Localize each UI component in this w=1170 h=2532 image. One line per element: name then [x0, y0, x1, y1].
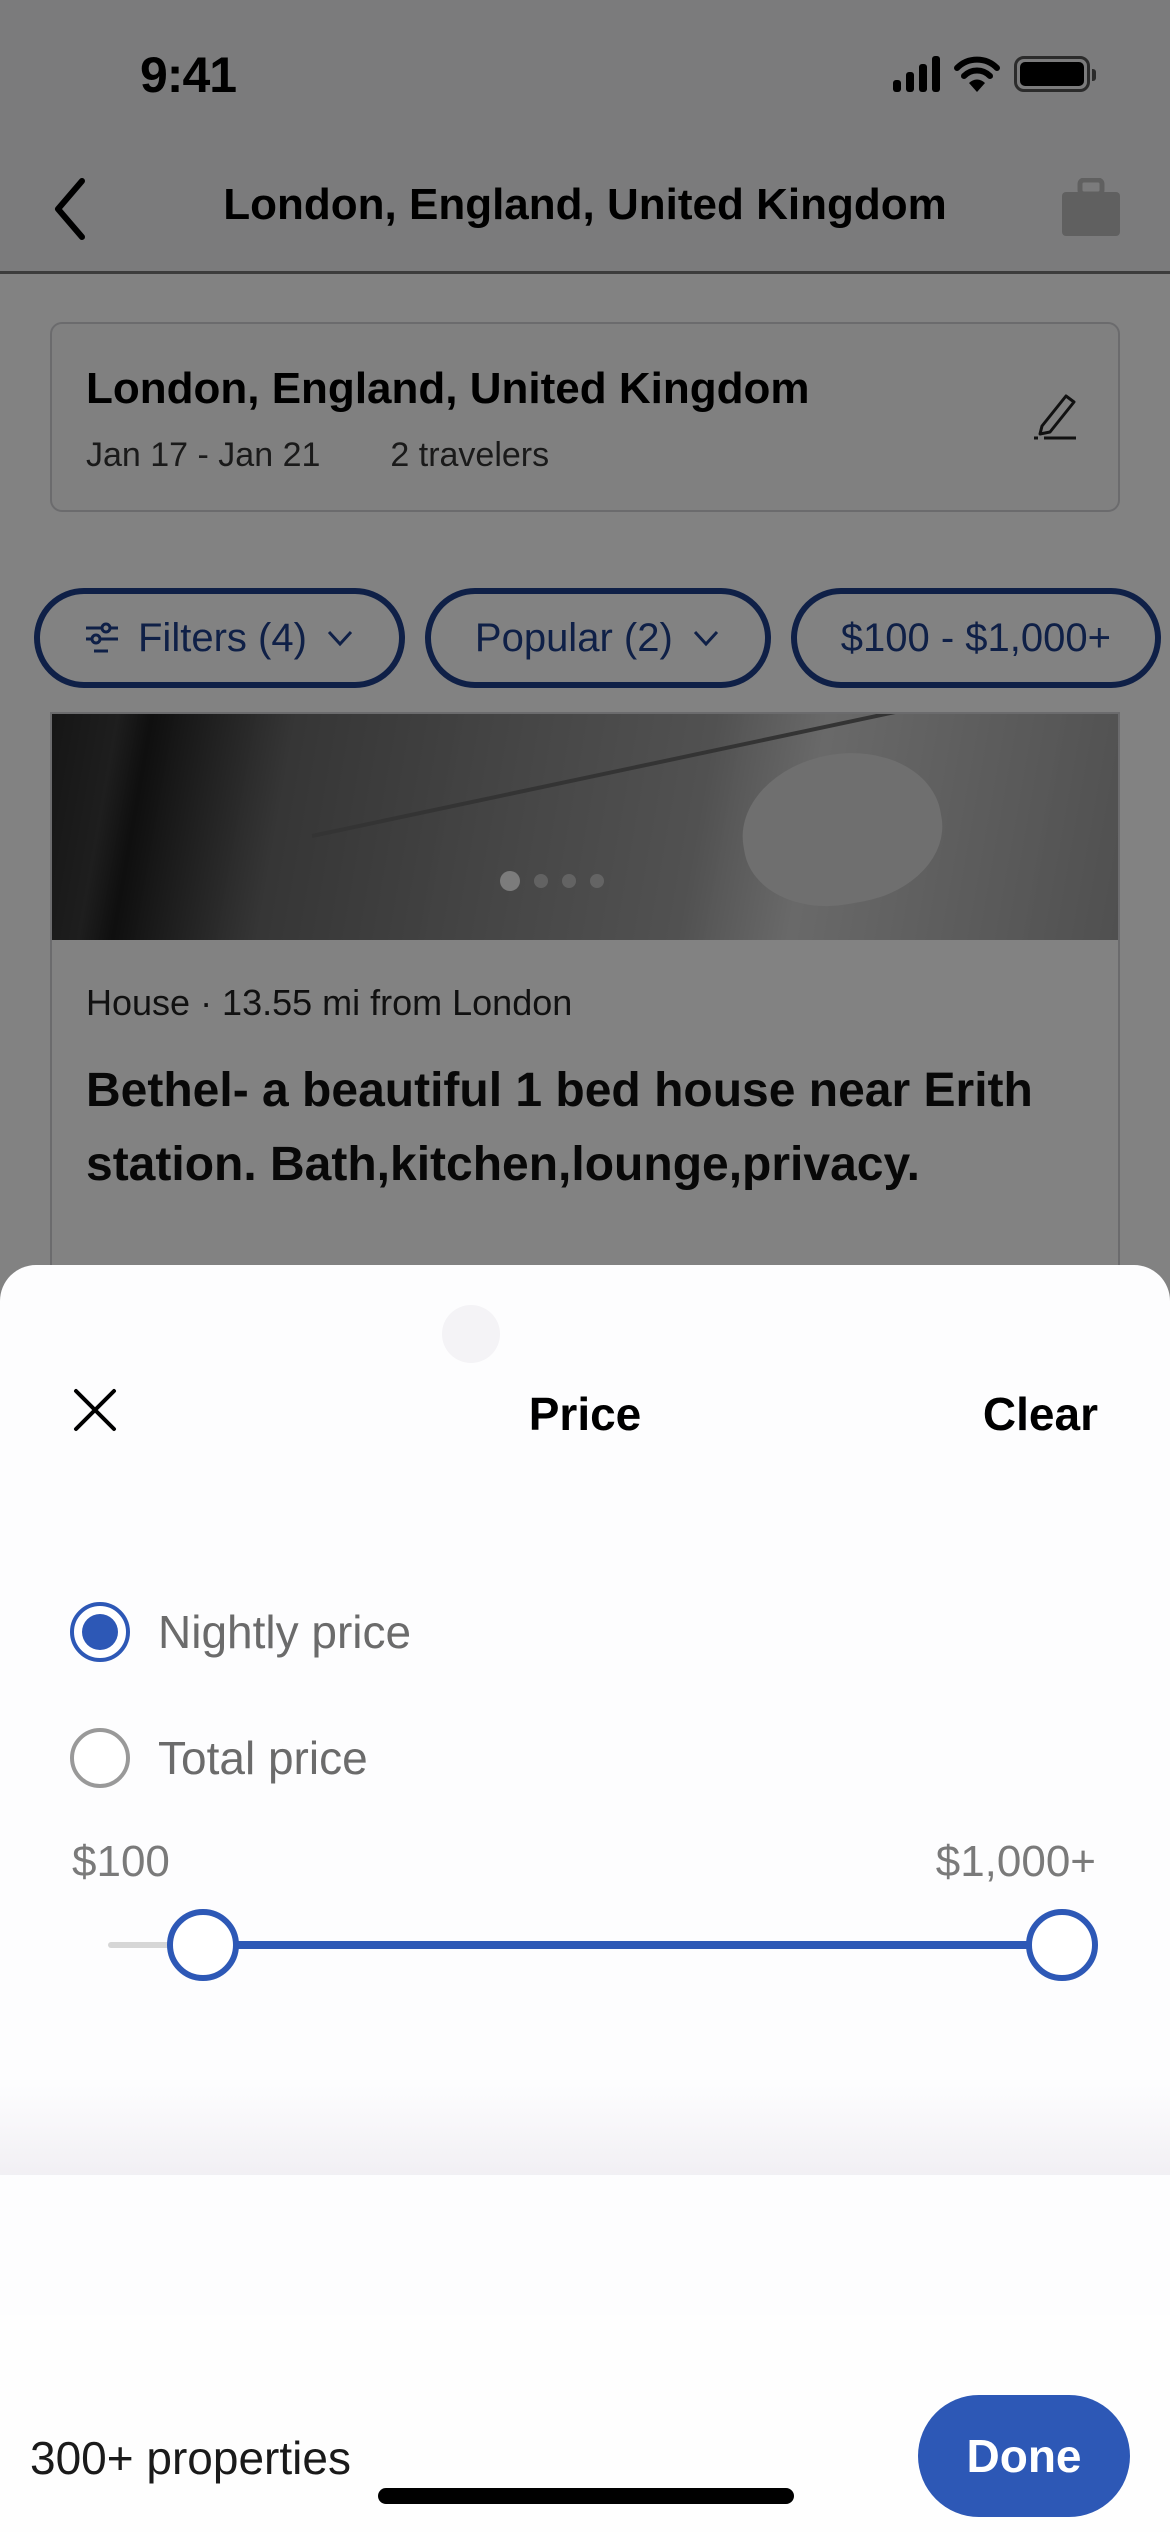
nightly-price-radio[interactable]: [70, 1602, 130, 1662]
nightly-price-label: Nightly price: [158, 1606, 412, 1658]
total-price-radio[interactable]: [70, 1728, 130, 1788]
total-price-option[interactable]: Total price: [70, 1728, 368, 1788]
price-min-label: $100: [72, 1837, 170, 1886]
touch-indicator: [442, 1305, 500, 1363]
done-button[interactable]: Done: [918, 2395, 1130, 2517]
total-price-label: Total price: [158, 1732, 368, 1784]
slider-min-thumb[interactable]: [167, 1909, 240, 1981]
price-max-label: $1,000+: [935, 1837, 1096, 1886]
price-range-slider[interactable]: [108, 1905, 1098, 1985]
slider-selected-range: [203, 1941, 1062, 1949]
clear-button[interactable]: Clear: [983, 1387, 1098, 1441]
result-count: 300+ properties: [30, 2432, 351, 2484]
price-filter-sheet: Price Clear Nightly price Total price $1…: [0, 1265, 1170, 2532]
nightly-price-option[interactable]: Nightly price: [70, 1602, 411, 1662]
home-indicator: [378, 2488, 794, 2504]
slider-max-thumb[interactable]: [1026, 1909, 1098, 1981]
